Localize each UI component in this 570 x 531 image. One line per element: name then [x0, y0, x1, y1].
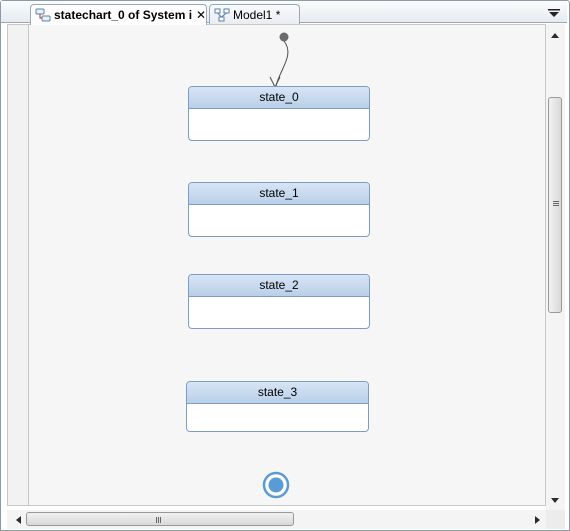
state-label: state_1	[189, 183, 369, 205]
horizontal-scrollbar[interactable]	[7, 510, 546, 529]
thumb-grip	[553, 201, 559, 202]
thumb-grip	[158, 517, 159, 523]
initial-node-icon[interactable]	[279, 32, 289, 42]
arrow-up-icon[interactable]	[551, 33, 559, 38]
state-label: state_0	[189, 87, 369, 109]
arrow-down-icon[interactable]	[551, 498, 559, 503]
state-box-3[interactable]: state_3	[186, 381, 369, 432]
initial-transition[interactable]	[275, 40, 289, 87]
final-state-core	[268, 477, 284, 493]
diagram-canvas[interactable]: state_0 state_1 state_2 state_3	[7, 24, 546, 506]
arrow-left-icon[interactable]	[16, 516, 21, 524]
tab-statechart[interactable]: statechart_0 of System in... ✕	[30, 4, 207, 25]
thumb-grip	[553, 205, 559, 206]
tab-model1[interactable]: Model1 *	[209, 4, 300, 24]
model-icon	[214, 8, 230, 21]
arrow-right-icon[interactable]	[535, 516, 540, 524]
thumb-grip	[160, 517, 161, 523]
state-label: state_2	[189, 275, 369, 297]
state-box-0[interactable]: state_0	[188, 86, 370, 141]
tab-model1-label: Model1 *	[233, 7, 281, 22]
tab-strip: statechart_0 of System in... ✕ Model1 *	[1, 1, 567, 25]
horizontal-scroll-thumb[interactable]	[26, 512, 294, 526]
state-box-1[interactable]: state_1	[188, 182, 370, 237]
vertical-scrollbar[interactable]	[546, 24, 565, 510]
thumb-grip	[553, 203, 559, 204]
state-label: state_3	[187, 382, 368, 404]
tab-statechart-label: statechart_0 of System in...	[54, 8, 192, 22]
scrollbar-corner	[546, 510, 565, 529]
state-box-2[interactable]: state_2	[188, 274, 370, 329]
vertical-scroll-thumb[interactable]	[548, 97, 562, 313]
statechart-icon	[35, 8, 51, 22]
chevron-down-icon[interactable]	[547, 8, 561, 18]
close-icon[interactable]: ✕	[196, 9, 206, 21]
thumb-grip	[156, 517, 157, 523]
